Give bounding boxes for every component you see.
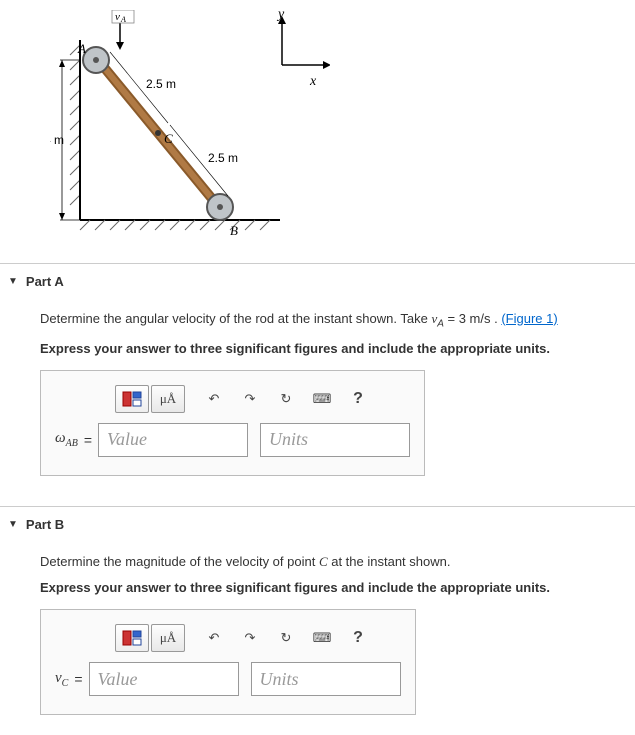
va-label: v [115,11,120,23]
units-button[interactable]: μÅ [151,385,185,413]
part-a-toolbar: μÅ ↶ ↷ ↻ ⌨ ? [115,385,410,413]
part-b-value-input[interactable]: Value [89,662,239,696]
part-a-instruction: Express your answer to three significant… [40,341,625,356]
units-button[interactable]: μÅ [151,624,185,652]
axis-y-label: y [276,10,285,22]
part-b-prompt: Determine the magnitude of the velocity … [40,552,625,573]
part-a-container: ▼ Part A Determine the angular velocity … [0,263,635,496]
format-icon[interactable] [115,624,149,652]
point-a-label: A [77,41,86,56]
part-a-title: Part A [26,274,64,289]
equals-sign: = [74,671,82,687]
part-a-var-label: ωAB [55,430,78,449]
undo-icon[interactable]: ↶ [197,385,231,413]
help-icon[interactable]: ? [341,624,375,652]
part-a-prompt: Determine the angular velocity of the ro… [40,309,625,333]
dim-lower: 2.5 m [208,151,238,165]
equals-sign: = [84,432,92,448]
dim-vertical: 4 m [50,133,64,147]
part-b-header[interactable]: ▼ Part B [0,507,635,542]
reset-icon[interactable]: ↻ [269,624,303,652]
point-b-label: B [230,223,238,238]
part-a-header[interactable]: ▼ Part A [0,264,635,299]
part-b-title: Part B [26,517,64,532]
part-a-units-input[interactable]: Units [260,423,410,457]
reset-icon[interactable]: ↻ [269,385,303,413]
part-b-instruction: Express your answer to three significant… [40,580,625,595]
format-icon[interactable] [115,385,149,413]
redo-icon[interactable]: ↷ [233,385,267,413]
part-b-var-label: vC [55,670,68,689]
figure-link[interactable]: (Figure 1) [501,311,557,326]
redo-icon[interactable]: ↷ [233,624,267,652]
dim-upper: 2.5 m [146,77,176,91]
svg-text:A: A [120,15,126,24]
problem-figure: y x C A B v A 4 [0,0,635,253]
help-icon[interactable]: ? [341,385,375,413]
caret-down-icon: ▼ [8,519,18,530]
part-b-toolbar: μÅ ↶ ↷ ↻ ⌨ ? [115,624,401,652]
part-b-units-input[interactable]: Units [251,662,401,696]
caret-down-icon: ▼ [8,276,18,287]
part-b-answer-box: μÅ ↶ ↷ ↻ ⌨ ? vC = Value Units [40,609,416,715]
axis-x-label: x [309,74,317,89]
part-a-value-input[interactable]: Value [98,423,248,457]
part-a-answer-box: μÅ ↶ ↷ ↻ ⌨ ? ωAB = Value Units [40,370,425,476]
undo-icon[interactable]: ↶ [197,624,231,652]
keyboard-icon[interactable]: ⌨ [305,624,339,652]
part-b-container: ▼ Part B Determine the magnitude of the … [0,506,635,735]
point-c-label: C [164,131,173,146]
keyboard-icon[interactable]: ⌨ [305,385,339,413]
